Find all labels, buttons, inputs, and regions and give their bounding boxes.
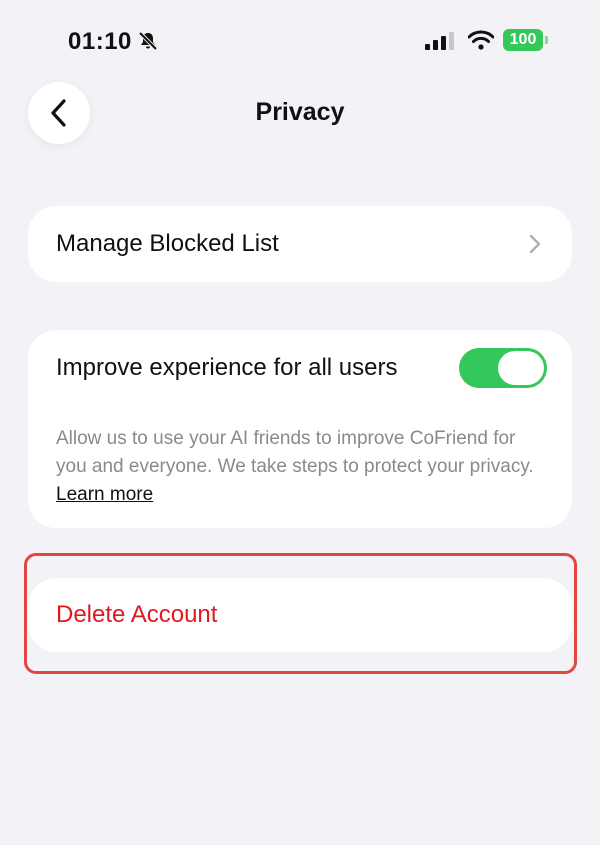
chevron-right-icon — [529, 234, 541, 254]
improve-experience-label: Improve experience for all users — [56, 354, 398, 381]
delete-account-label: Delete Account — [56, 601, 218, 628]
battery-level: 100 — [509, 31, 537, 48]
cellular-signal-icon — [425, 32, 454, 50]
page-title: Privacy — [255, 98, 345, 126]
toggle-knob — [498, 351, 544, 385]
learn-more-link[interactable]: Learn more — [56, 484, 153, 505]
bell-muted-icon — [138, 31, 158, 51]
wifi-icon — [468, 30, 494, 50]
manage-blocked-list-row[interactable]: Manage Blocked List — [28, 206, 572, 282]
battery-indicator: 100 — [503, 29, 543, 51]
improve-experience-card: Improve experience for all users Allow u… — [28, 330, 572, 528]
improve-experience-description: Allow us to use your AI friends to impro… — [56, 425, 546, 509]
status-bar: 01:10 100 — [0, 0, 600, 80]
manage-blocked-list-label: Manage Blocked List — [56, 230, 279, 257]
delete-account-row[interactable]: Delete Account — [28, 578, 572, 652]
battery-tip — [545, 36, 548, 44]
description-text: Allow us to use your AI friends to impro… — [56, 428, 534, 477]
status-time: 01:10 — [68, 28, 132, 55]
improve-experience-toggle[interactable] — [459, 348, 547, 388]
